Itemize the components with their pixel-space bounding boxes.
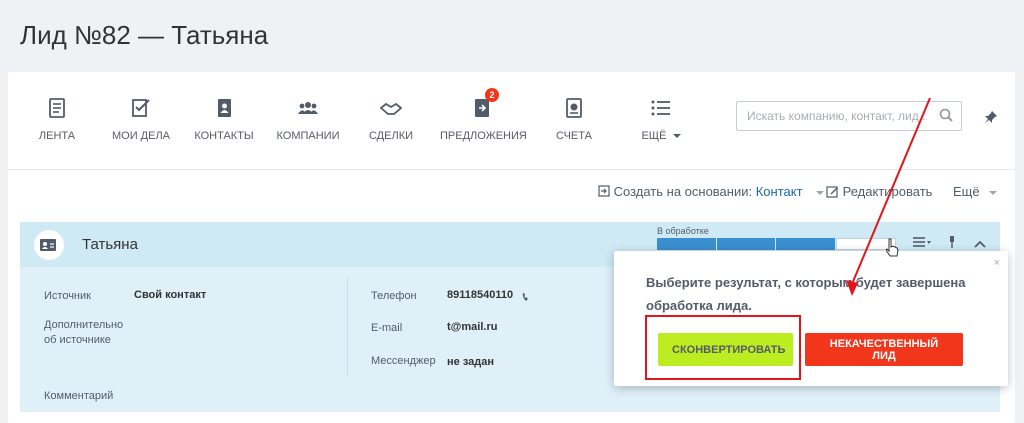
phone-value[interactable]: 89118540110 <box>447 289 513 301</box>
menu-item-deals[interactable]: Сделки <box>368 96 414 142</box>
source-value[interactable]: Свой контакт <box>134 289 206 301</box>
source-label: Источник <box>44 290 91 302</box>
create-based-on-link[interactable]: Контакт <box>756 184 803 199</box>
contacts-icon <box>213 96 235 120</box>
menu-item-label: Ещё <box>641 130 667 142</box>
edit-label: Редактировать <box>842 184 933 199</box>
lead-name: Татьяна <box>82 236 138 253</box>
menu-item-label: Контакты <box>194 130 254 142</box>
list-icon <box>650 96 672 120</box>
convert-button[interactable]: Сконвертировать <box>658 333 793 366</box>
deals-icon <box>379 96 403 120</box>
menu-item-label: Компании <box>276 130 340 142</box>
pin-icon[interactable] <box>984 110 998 129</box>
lead-avatar <box>34 230 64 260</box>
email-label: E-mail <box>371 322 403 334</box>
edit-button[interactable]: Редактировать <box>826 184 932 204</box>
messenger-label: Мессенджер <box>371 355 436 367</box>
menu-item-label: Сделки <box>368 130 414 142</box>
menu-item-invoices[interactable]: Счета <box>556 96 592 142</box>
pin-icon[interactable] <box>948 236 959 251</box>
page-title: Лид №82 — Татьяна <box>20 20 269 50</box>
menu-item-label: Счета <box>556 130 592 142</box>
edit-icon <box>826 184 843 199</box>
create-based-on[interactable]: Создать на основании: Контакт <box>598 184 825 204</box>
cursor-hand-icon <box>884 238 900 263</box>
search-box <box>736 101 962 131</box>
menu-item-more[interactable]: Ещё <box>640 96 682 142</box>
feed-icon <box>46 96 68 120</box>
tasks-icon <box>130 96 152 120</box>
toolbar-menu: Лента Мои дела Контакты Компании Сделки <box>8 72 1015 170</box>
menu-item-label: Предложения <box>440 130 527 142</box>
status-step[interactable] <box>657 238 716 250</box>
chevron-down-icon <box>989 190 998 195</box>
phone-label: Телефон <box>371 290 417 302</box>
menu-item-label: Лента <box>38 130 76 142</box>
email-value[interactable]: t@mail.ru <box>447 321 497 333</box>
status-step[interactable] <box>716 238 775 250</box>
invoices-icon <box>563 96 585 120</box>
menu-item-tasks[interactable]: Мои дела <box>110 96 172 142</box>
chevron-down-icon[interactable] <box>816 190 825 195</box>
messenger-value: не задан <box>447 356 495 368</box>
source-extra-label: Дополнительно об источнике <box>44 319 124 346</box>
header-tools <box>913 236 986 251</box>
search-input[interactable] <box>737 102 927 130</box>
menu-item-contacts[interactable]: Контакты <box>194 96 254 142</box>
companies-icon <box>297 96 319 120</box>
phone-icon[interactable] <box>521 289 531 307</box>
lead-result-popup: × Выберите результат, с которым будет за… <box>614 244 1008 386</box>
status-step[interactable] <box>776 238 835 250</box>
status-label: В обработке <box>657 226 709 236</box>
menu-item-quotes[interactable]: 2 Предложения <box>440 88 527 142</box>
more-actions-button[interactable]: Ещё <box>953 184 998 204</box>
status-progress-bar[interactable] <box>657 238 897 250</box>
bad-lead-button[interactable]: Некачественный лид <box>805 333 963 366</box>
close-icon[interactable]: × <box>994 257 1000 269</box>
menu-item-feed[interactable]: Лента <box>32 96 82 142</box>
comment-label: Комментарий <box>44 390 114 402</box>
list-settings-icon[interactable] <box>913 237 934 251</box>
collapse-icon[interactable] <box>974 237 986 251</box>
more-label: Ещё <box>953 184 980 199</box>
menu-item-label: Мои дела <box>111 130 171 142</box>
search-icon[interactable] <box>939 108 953 127</box>
create-based-on-icon <box>598 184 614 199</box>
quotes-icon: 2 <box>471 88 499 120</box>
popup-message: Выберите результат, с которым будет заве… <box>646 275 966 313</box>
divider <box>347 277 348 377</box>
notification-badge: 2 <box>485 88 499 102</box>
create-based-on-label: Создать на основании: <box>613 184 753 199</box>
chevron-down-icon <box>672 134 681 139</box>
menu-item-companies[interactable]: Компании <box>276 96 340 142</box>
